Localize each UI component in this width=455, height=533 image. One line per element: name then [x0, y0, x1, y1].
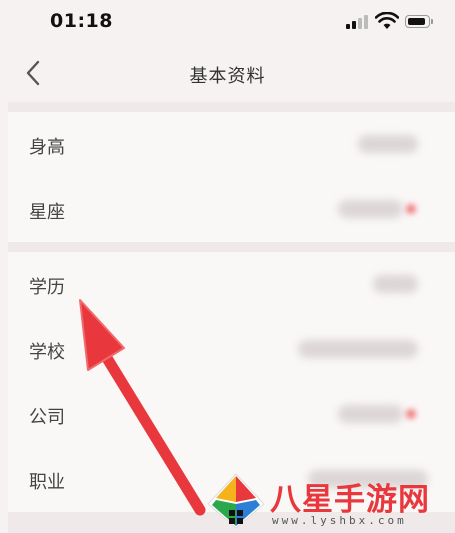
profile-row-zodiac[interactable]: 星座 — [8, 177, 455, 242]
status-bar: 01:18 — [0, 0, 455, 44]
status-time: 01:18 — [50, 10, 113, 32]
profile-row-school[interactable]: 学校 — [8, 317, 455, 382]
row-label: 学校 — [29, 342, 65, 363]
nav-bar: 基本资料 — [0, 44, 455, 102]
profile-row-education[interactable]: 学历 — [8, 252, 455, 317]
row-value-blurred — [373, 275, 418, 293]
row-label: 身高 — [29, 137, 65, 158]
row-value-blurred — [358, 135, 418, 153]
watermark-logo-icon — [207, 473, 265, 529]
row-label: 学历 — [29, 277, 65, 298]
row-label: 职业 — [29, 472, 65, 493]
profile-row-height[interactable]: 身高 — [8, 112, 455, 177]
site-watermark: 八星手游网 www.lyshbx.com — [200, 472, 455, 533]
row-label: 星座 — [29, 202, 65, 223]
row-label: 公司 — [29, 407, 65, 428]
row-value-blurred — [338, 200, 403, 218]
page-title: 基本资料 — [189, 66, 266, 87]
profile-page: 01:18 基本资料 身高 星座 学历 学校 公司 职业 八星手游网 www.l… — [0, 0, 455, 533]
watermark-url: www.lyshbx.com — [272, 514, 407, 527]
battery-icon — [405, 15, 433, 28]
row-value-blurred — [298, 340, 418, 358]
watermark-brand: 八星手游网 — [270, 482, 430, 518]
row-status-dot — [406, 204, 416, 214]
section-divider — [8, 242, 455, 252]
cellular-signal-icon — [346, 15, 368, 29]
row-status-dot — [406, 409, 416, 419]
row-value-blurred — [338, 405, 403, 423]
section-divider — [8, 102, 455, 112]
wifi-icon — [375, 12, 399, 29]
profile-row-company[interactable]: 公司 — [8, 382, 455, 447]
